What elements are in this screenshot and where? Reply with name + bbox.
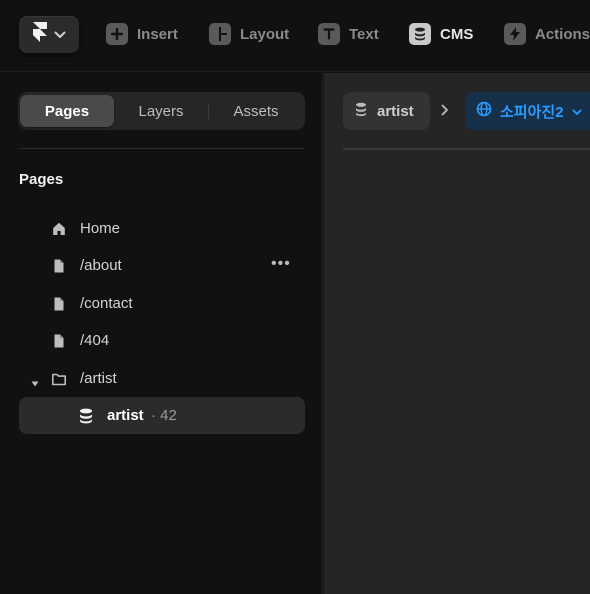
- cms-label: CMS: [440, 25, 474, 43]
- layout-label: Layout: [240, 25, 290, 43]
- text-label: Text: [349, 25, 379, 43]
- plus-icon: [106, 23, 128, 45]
- chevron-down-icon: [54, 26, 66, 44]
- text-icon: [318, 23, 340, 45]
- database-icon: [409, 23, 431, 45]
- actions-tool[interactable]: Actions: [504, 22, 590, 46]
- insert-label: Insert: [137, 25, 178, 43]
- folder-icon: [51, 371, 67, 387]
- breadcrumb-collection[interactable]: artist: [343, 92, 430, 130]
- sidebar-divider: [19, 148, 305, 149]
- page-item-label: /artist: [80, 370, 117, 387]
- bolt-icon: [504, 23, 526, 45]
- page-icon: [51, 296, 67, 312]
- page-item-label: /404: [80, 332, 110, 349]
- page-item-label: /contact: [80, 295, 133, 312]
- chevron-down-icon: [572, 103, 582, 120]
- collection-count: · 42: [151, 407, 177, 424]
- more-options-icon[interactable]: •••: [271, 255, 291, 273]
- collection-label: artist: [107, 407, 144, 424]
- panel-tabs: Pages Layers Assets: [18, 92, 305, 130]
- database-icon: [355, 102, 367, 121]
- main-canvas: artist 소피아진2: [324, 73, 590, 594]
- insert-tool[interactable]: Insert: [106, 22, 178, 46]
- left-sidebar: Pages Layers Assets Pages Home /about ••…: [0, 73, 323, 594]
- page-icon: [51, 333, 67, 349]
- actions-label: Actions: [535, 25, 590, 43]
- text-tool[interactable]: Text: [318, 22, 379, 46]
- layout-icon: [209, 23, 231, 45]
- layout-tool[interactable]: Layout: [209, 22, 289, 46]
- locale-label: 소피아진2: [500, 103, 564, 121]
- breadcrumb-collection-label: artist: [377, 102, 414, 120]
- tab-assets[interactable]: Assets: [209, 95, 303, 127]
- top-toolbar: Insert Layout Text CMS Actions: [0, 0, 590, 72]
- chevron-right-icon: [441, 103, 449, 121]
- canvas-divider: [343, 148, 590, 150]
- globe-icon: [476, 101, 492, 121]
- page-item-label: Home: [80, 220, 121, 237]
- caret-down-icon[interactable]: [31, 374, 39, 391]
- pages-section-title: Pages: [19, 171, 64, 188]
- database-icon: [79, 408, 95, 424]
- page-item-404[interactable]: /404: [19, 322, 305, 359]
- cms-tool[interactable]: CMS: [409, 22, 473, 46]
- tab-pages[interactable]: Pages: [20, 95, 114, 127]
- framer-logo-icon: [32, 21, 48, 48]
- framer-menu-button[interactable]: [19, 16, 79, 53]
- tab-layers[interactable]: Layers: [114, 95, 208, 127]
- page-item-about[interactable]: /about •••: [19, 247, 305, 284]
- page-item-contact[interactable]: /contact: [19, 285, 305, 322]
- page-item-label: /about: [80, 257, 122, 274]
- home-icon: [51, 221, 67, 237]
- page-item-home[interactable]: Home: [19, 210, 305, 247]
- page-item-artist-folder[interactable]: /artist: [19, 360, 305, 397]
- page-item-artist-collection[interactable]: artist · 42: [19, 397, 305, 434]
- page-icon: [51, 258, 67, 274]
- locale-selector[interactable]: 소피아진2: [465, 92, 590, 130]
